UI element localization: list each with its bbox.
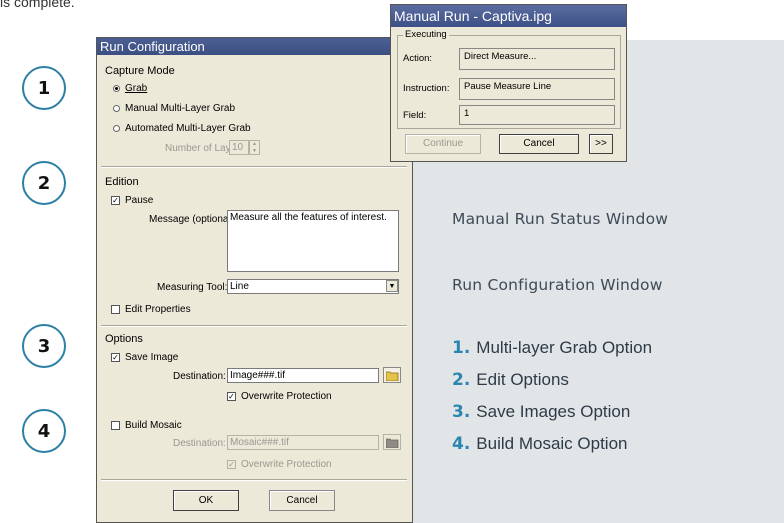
callout-1: 1 (22, 66, 66, 110)
manual-multi-layer-label: Manual Multi-Layer Grab (125, 103, 236, 114)
continue-button[interactable]: Continue (405, 134, 481, 154)
folder-icon[interactable] (383, 434, 401, 450)
ok-button[interactable]: OK (173, 490, 239, 511)
checkmark-icon: ✓ (227, 392, 236, 401)
save-image-label: Save Image (125, 352, 179, 363)
pause-label: Pause (125, 195, 154, 206)
checkmark-icon: ✓ (111, 353, 120, 362)
number-of-layers-input[interactable]: 10 (229, 140, 249, 155)
legend-item-3: 3. Save Images Option (452, 402, 630, 422)
legend-number: 4. (452, 434, 471, 454)
measuring-tool-value: Line (230, 281, 249, 292)
measuring-tool-label: Measuring Tool: (157, 282, 228, 293)
separator (101, 325, 407, 327)
executing-group-label: Executing (403, 29, 449, 40)
overwrite-protection-label: Overwrite Protection (241, 391, 332, 402)
legend-item-1: 1. Multi-layer Grab Option (452, 338, 652, 358)
checkbox-icon (111, 421, 120, 430)
field-value: 1 (459, 105, 615, 125)
build-mosaic-label: Build Mosaic (125, 420, 182, 431)
legend-text: Build Mosaic Option (476, 434, 628, 453)
expand-button[interactable]: >> (589, 134, 613, 154)
layers-spinner[interactable]: ▲ ▼ (249, 140, 260, 155)
legend-number: 3. (452, 402, 471, 422)
radio-icon (113, 105, 120, 112)
checkmark-icon: ✓ (227, 460, 236, 469)
mosaic-destination-input[interactable]: Mosaic###.tif (227, 435, 379, 450)
separator (101, 479, 407, 481)
mosaic-overwrite-label: Overwrite Protection (241, 459, 332, 470)
legend-text: Save Images Option (476, 402, 631, 421)
legend-text: Edit Options (476, 370, 569, 389)
instruction-label: Instruction: (403, 83, 450, 94)
mosaic-destination-label: Destination: (173, 438, 226, 449)
callout-4: 4 (22, 409, 66, 453)
legend-number: 1. (452, 338, 471, 358)
action-value: Direct Measure... (459, 48, 615, 70)
run-config-title-bar: Run Configuration (97, 38, 412, 55)
manual-run-window: Manual Run - Captiva.ipg Executing Actio… (390, 4, 627, 162)
edit-properties-label: Edit Properties (125, 304, 191, 315)
action-label: Action: (403, 53, 433, 64)
radio-icon (113, 125, 120, 132)
options-heading: Options (105, 333, 143, 345)
run-configuration-window: Run Configuration Capture Mode Grab Manu… (96, 37, 413, 523)
capture-mode-heading: Capture Mode (105, 65, 175, 77)
field-label: Field: (403, 110, 427, 121)
edition-heading: Edition (105, 176, 139, 188)
automated-multi-layer-label: Automated Multi-Layer Grab (125, 123, 251, 134)
intro-text: is complete. (0, 0, 75, 10)
radio-icon (113, 85, 120, 92)
legend-number: 2. (452, 370, 471, 390)
destination-input[interactable]: Image###.tif (227, 368, 379, 383)
legend-item-4: 4. Build Mosaic Option (452, 434, 627, 454)
run-configuration-caption: Run Configuration Window (452, 276, 663, 294)
cancel-button[interactable]: Cancel (269, 490, 335, 511)
legend-item-2: 2. Edit Options (452, 370, 569, 390)
message-textarea[interactable]: Measure all the features of interest. (227, 210, 399, 272)
callout-3: 3 (22, 324, 66, 368)
dropdown-arrow-icon[interactable]: ▼ (386, 280, 398, 292)
checkmark-icon: ✓ (111, 196, 120, 205)
manual-cancel-button[interactable]: Cancel (499, 134, 579, 154)
manual-run-status-caption: Manual Run Status Window (452, 210, 669, 228)
manual-run-title-bar: Manual Run - Captiva.ipg (391, 5, 626, 27)
legend-text: Multi-layer Grab Option (476, 338, 653, 357)
folder-icon[interactable] (383, 367, 401, 383)
destination-label: Destination: (173, 371, 226, 382)
message-label: Message (optional): (149, 214, 237, 225)
instruction-value: Pause Measure Line (459, 78, 615, 100)
separator (101, 166, 407, 168)
callout-2: 2 (22, 161, 66, 205)
measuring-tool-select[interactable]: Line (227, 279, 399, 294)
grab-label: Grab (125, 83, 148, 94)
checkbox-icon (111, 305, 120, 314)
